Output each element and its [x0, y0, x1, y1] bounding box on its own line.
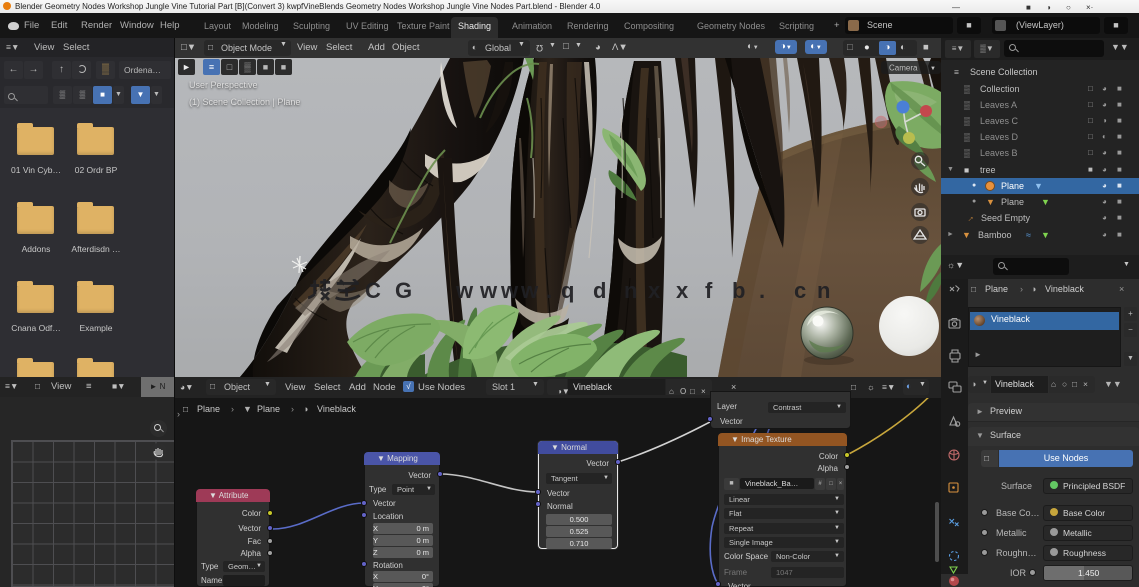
svg-text:Camera: Camera — [889, 64, 918, 73]
svg-text:▼: ▼ — [930, 66, 936, 72]
